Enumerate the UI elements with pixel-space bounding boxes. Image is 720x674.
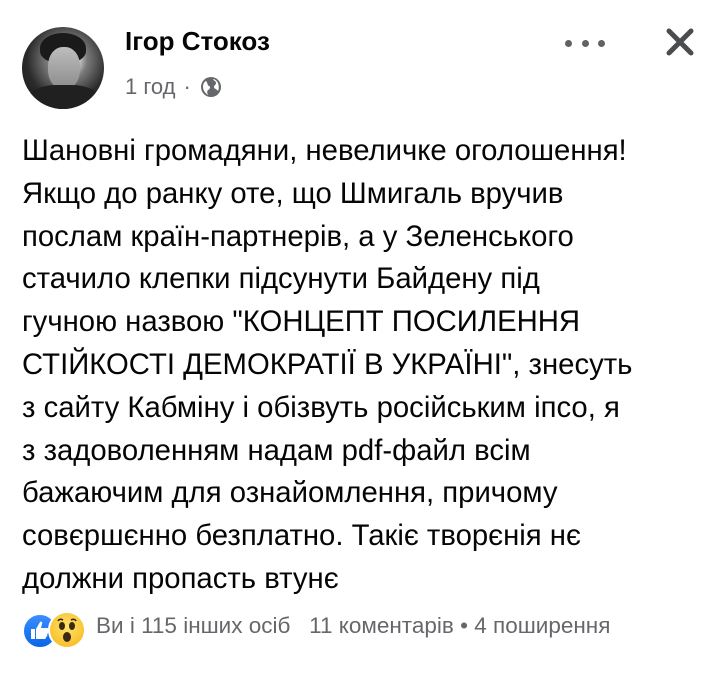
post-time[interactable]: 1 год <box>125 74 175 100</box>
avatar-coat <box>26 85 102 109</box>
post-meta: 1 год · <box>125 74 223 100</box>
shares-count[interactable]: 4 поширення <box>474 613 610 638</box>
reaction-icons[interactable] <box>22 611 86 649</box>
close-icon[interactable] <box>660 22 700 62</box>
wow-icon <box>48 611 86 649</box>
footer-stats: Ви і 115 інших осіб 11 коментарів • 4 по… <box>96 613 610 639</box>
meta-separator: · <box>183 74 191 99</box>
reactions-summary[interactable]: Ви і 115 інших осіб <box>96 613 290 638</box>
more-dot-icon <box>565 39 572 47</box>
author-name[interactable]: Ігор Стокоз <box>125 26 270 57</box>
post-header: Ігор Стокоз 1 год · <box>0 0 720 120</box>
comments-count[interactable]: 11 коментарів <box>309 613 454 638</box>
more-dot-icon <box>598 39 605 47</box>
post-footer: Ви і 115 інших осіб 11 коментарів • 4 по… <box>0 605 720 651</box>
globe-icon[interactable] <box>199 75 223 99</box>
more-dot-icon <box>581 39 589 47</box>
avatar[interactable] <box>22 27 104 109</box>
post-body-text: Шановні громадяни, невеличке оголошення!… <box>22 134 633 595</box>
more-options-button[interactable] <box>565 28 605 58</box>
footer-separator: • <box>460 613 468 638</box>
avatar-face <box>48 47 80 89</box>
